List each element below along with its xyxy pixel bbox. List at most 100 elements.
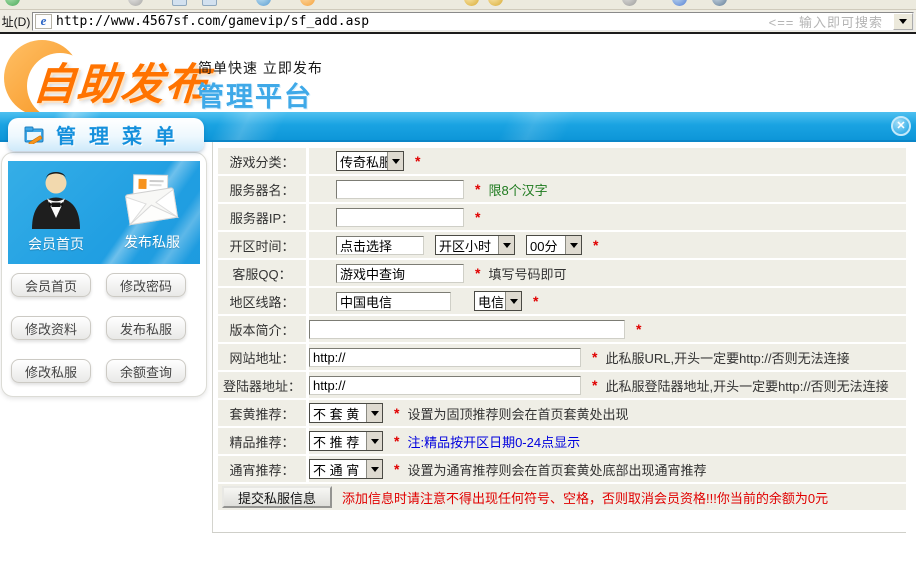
form-row-game-category: 游戏分类：传奇私服* <box>218 148 906 174</box>
form-label-open-time: 开区时间： <box>218 232 306 258</box>
select-value: 00分 <box>527 236 565 254</box>
site-header: 自助发布 简单快速 立即发布 管理平台 <box>0 34 916 112</box>
form-rows: 游戏分类：传奇私服*服务器名：*限8个汉字服务器IP：*开区时间：点击选择开区小… <box>218 148 906 482</box>
toolbar-icon-partial <box>464 0 479 6</box>
required-marker: * <box>636 321 641 337</box>
region-line-input[interactable]: 中国电信 <box>336 292 451 311</box>
ie-page-icon: e <box>35 14 52 29</box>
select-value: 不 通 宵 <box>310 460 366 478</box>
chevron-down-icon <box>387 152 403 170</box>
form-row-version-intro: 版本简介： * <box>218 316 906 342</box>
toolbar-icon-partial <box>5 0 20 6</box>
required-marker: * <box>394 405 399 421</box>
chevron-down-icon <box>366 460 382 478</box>
form-row-launcher-url: 登陆器地址： http:// * 此私服登陆器地址,开头一定要http://否则无法连… <box>218 372 906 398</box>
form-label-premium-recommend: 精品推荐： <box>218 428 306 454</box>
menu-tab: 管理菜单 <box>8 118 204 151</box>
form-body-game-category: 传奇私服 * <box>309 148 906 174</box>
form-hint: 限8个汉字 <box>488 180 547 199</box>
form-label-yellow-recommend: 套黄推荐： <box>218 400 306 426</box>
form-label-text: 版本简介： <box>229 320 294 339</box>
open-time-minute-select[interactable]: 00分 <box>526 235 582 255</box>
menu-tab-title: 管理菜单 <box>56 120 188 149</box>
form-label-text: 网站地址： <box>229 348 294 367</box>
form-body-website-url: http:// * 此私服URL,开头一定要http://否则无法连接 <box>309 344 906 370</box>
sidebar-button-change-password[interactable]: 修改密码 <box>106 273 186 297</box>
toolbar-icon-partial <box>712 0 727 6</box>
server-ip-input[interactable] <box>336 208 464 227</box>
form-body-service-qq: 游戏中查询 * 填写号码即可 <box>309 260 906 286</box>
panel-item-label: 发布私服 <box>124 232 180 252</box>
bottom-divider <box>212 532 906 533</box>
form-label-text: 套黄推荐： <box>229 404 294 423</box>
region-line-select[interactable]: 电信 <box>474 291 522 311</box>
required-marker: * <box>533 293 538 309</box>
service-qq-input[interactable]: 游戏中查询 <box>336 264 464 283</box>
address-dropdown-button[interactable] <box>893 13 913 30</box>
form-label-text: 精品推荐： <box>229 432 294 451</box>
form-row-submit: 提交私服信息 添加信息时请注意不得出现任何符号、空格，否则取消会员资格!!!你当… <box>218 484 906 510</box>
launcher-url-input[interactable]: http:// <box>309 376 581 395</box>
toolbar-icon-partial <box>128 0 143 6</box>
logo-title: 自助发布 <box>31 50 211 112</box>
form-label-region-line: 地区线路： <box>218 288 306 314</box>
required-marker: * <box>394 433 399 449</box>
sidebar-button-edit-server[interactable]: 修改私服 <box>11 359 91 383</box>
form-hint: 注:精品按开区日期0-24点显示 <box>407 432 580 451</box>
chevron-down-icon <box>505 292 521 310</box>
close-button[interactable]: ✕ <box>891 116 911 136</box>
sidebar-button-publish-server[interactable]: 发布私服 <box>106 316 186 340</box>
form-hint: 此私服URL,开头一定要http://否则无法连接 <box>605 348 849 367</box>
form-row-premium-recommend: 精品推荐： 不 推 荐 * 注:精品按开区日期0-24点显示 <box>218 428 906 454</box>
browser-address-bar: 址(D) e http://www.4567sf.com/gamevip/sf_… <box>0 10 916 32</box>
chevron-down-icon <box>366 432 382 450</box>
envelope-icon <box>122 169 182 229</box>
overnight-recommend-select[interactable]: 不 通 宵 <box>309 459 383 479</box>
yellow-recommend-select[interactable]: 不 套 黄 <box>309 403 383 423</box>
open-time-date-input[interactable]: 点击选择 <box>336 236 424 255</box>
folder-pencil-icon <box>24 126 46 144</box>
member-avatar-icon <box>25 169 87 231</box>
form-body-server-name: *限8个汉字 <box>309 176 906 202</box>
address-field[interactable]: e http://www.4567sf.com/gamevip/sf_add.a… <box>32 12 914 31</box>
form-body-overnight-recommend: 不 通 宵 * 设置为通宵推荐则会在首页套黄处底部出现通宵推荐 <box>309 456 906 482</box>
form-hint: 填写号码即可 <box>488 264 566 283</box>
form-body-server-ip: * <box>309 204 906 230</box>
server-publish-form: 游戏分类：传奇私服*服务器名：*限8个汉字服务器IP：*开区时间：点击选择开区小… <box>218 148 906 510</box>
required-marker: * <box>415 153 420 169</box>
open-time-hour-select[interactable]: 开区小时 <box>435 235 515 255</box>
required-marker: * <box>592 377 597 393</box>
form-hint: 此私服登陆器地址,开头一定要http://否则无法连接 <box>605 376 888 395</box>
panel-item-member-home[interactable]: 会员首页 <box>12 169 100 254</box>
input-value: http:// <box>313 350 346 365</box>
url-text[interactable]: http://www.4567sf.com/gamevip/sf_add.asp <box>56 14 369 29</box>
form-label-launcher-url: 登陆器地址： <box>218 372 306 398</box>
form-row-overnight-recommend: 通宵推荐：不 通 宵*设置为通宵推荐则会在首页套黄处底部出现通宵推荐 <box>218 456 906 482</box>
panel-item-label: 会员首页 <box>28 234 84 254</box>
form-row-server-ip: 服务器IP：* <box>218 204 906 230</box>
submit-button[interactable]: 提交私服信息 <box>222 486 332 508</box>
server-name-input[interactable] <box>336 180 464 199</box>
browser-toolbar-partial <box>0 0 916 10</box>
address-label: 址(D) <box>0 13 32 30</box>
required-marker: * <box>475 265 480 281</box>
sidebar-button-grid: 会员首页修改密码修改资料发布私服修改私服余额查询 <box>11 273 186 383</box>
sidebar-button-balance-inquiry[interactable]: 余额查询 <box>106 359 186 383</box>
required-marker: * <box>592 349 597 365</box>
premium-recommend-select[interactable]: 不 推 荐 <box>309 431 383 451</box>
form-row-service-qq: 客服QQ： 游戏中查询 * 填写号码即可 <box>218 260 906 286</box>
form-label-service-qq: 客服QQ： <box>218 260 306 286</box>
panel-item-publish-server[interactable]: 发布私服 <box>108 169 196 252</box>
form-hint: 设置为通宵推荐则会在首页套黄处底部出现通宵推荐 <box>407 460 706 479</box>
required-marker: * <box>394 461 399 477</box>
website-url-input[interactable]: http:// <box>309 348 581 367</box>
form-body-premium-recommend: 不 推 荐 * 注:精品按开区日期0-24点显示 <box>309 428 906 454</box>
sidebar-button-edit-profile[interactable]: 修改资料 <box>11 316 91 340</box>
sidebar-button-member-home[interactable]: 会员首页 <box>11 273 91 297</box>
select-value: 开区小时 <box>436 236 498 254</box>
game-category-select[interactable]: 传奇私服 <box>336 151 404 171</box>
version-intro-input[interactable] <box>309 320 625 339</box>
form-label-text: 服务器名： <box>229 180 294 199</box>
input-value: http:// <box>313 378 346 393</box>
form-label-server-ip: 服务器IP： <box>218 204 306 230</box>
